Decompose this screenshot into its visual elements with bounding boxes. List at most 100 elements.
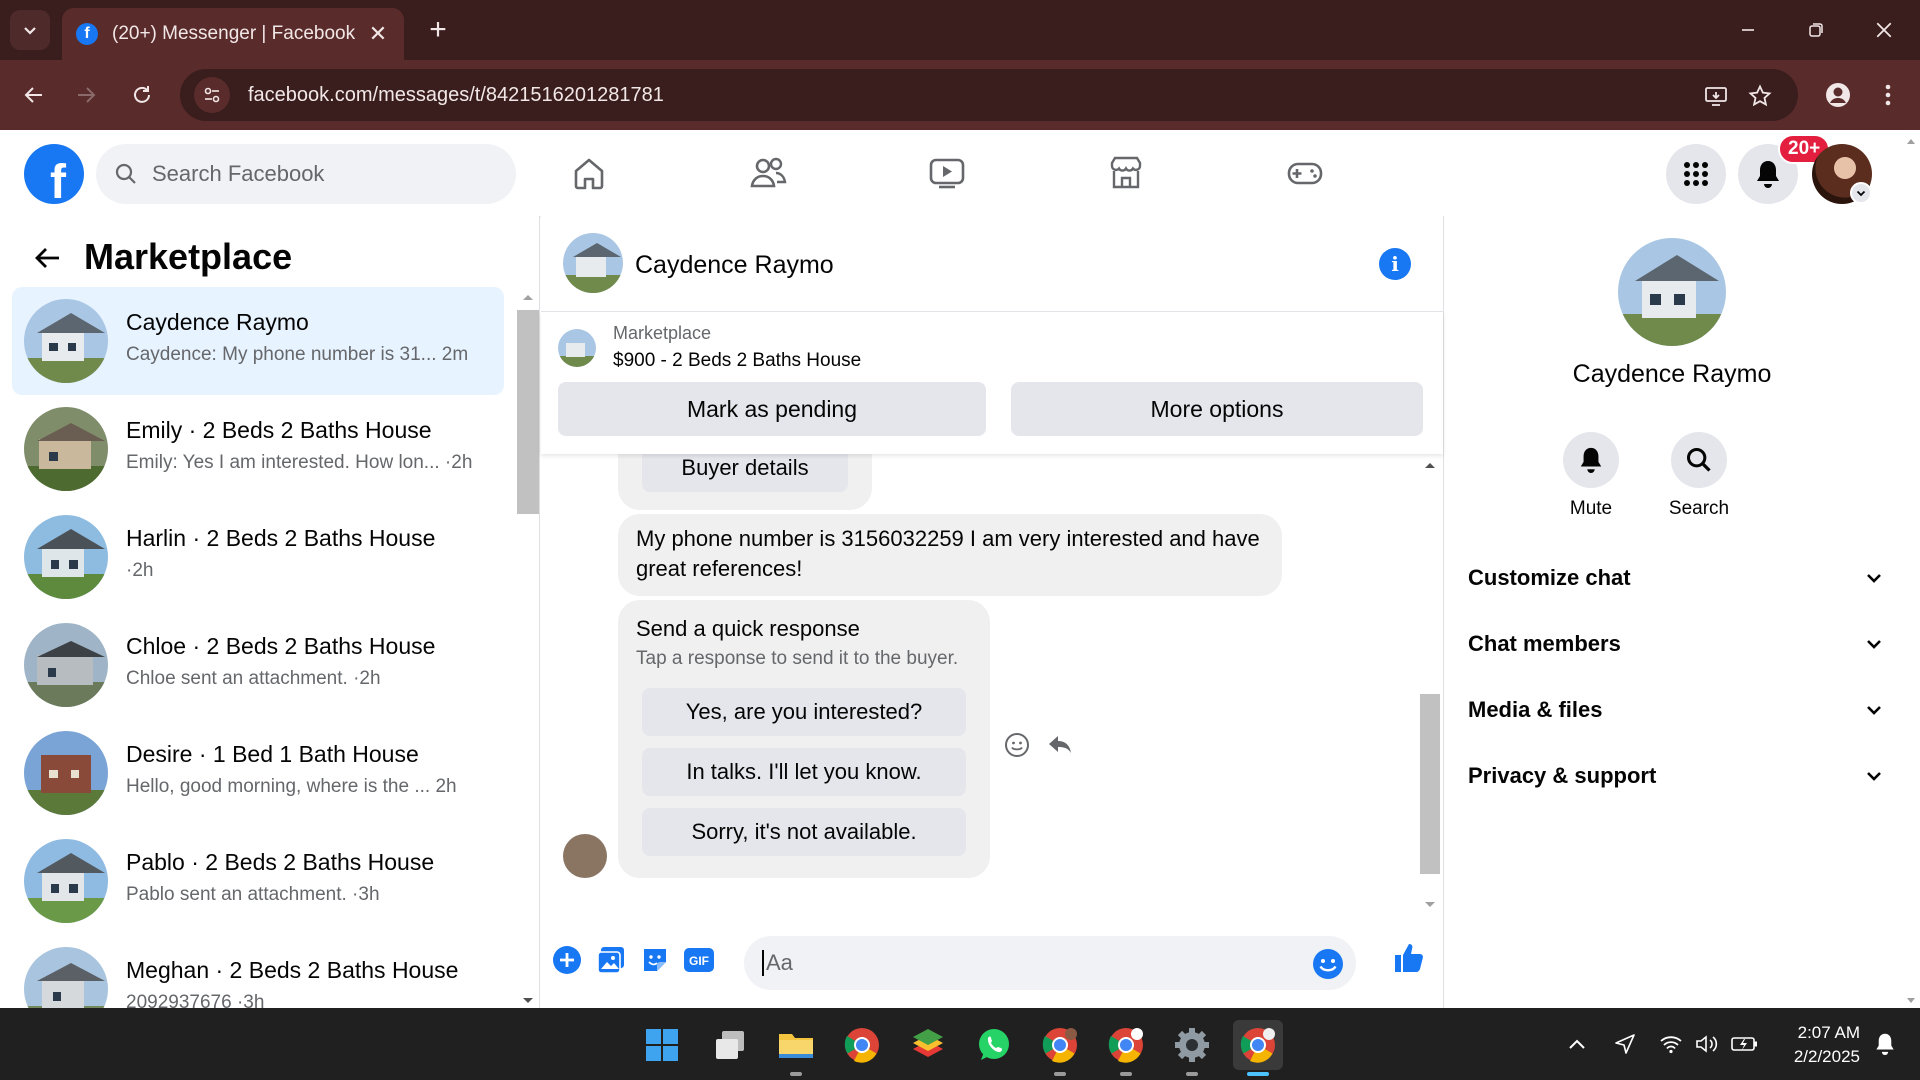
friends-icon[interactable] xyxy=(743,148,793,198)
scrollbar-thumb[interactable] xyxy=(517,310,539,514)
add-more-icon[interactable] xyxy=(549,942,585,978)
page-title: Marketplace xyxy=(84,236,293,277)
close-tab-icon[interactable]: ✕ xyxy=(366,21,390,47)
chrome-icon[interactable] xyxy=(837,1020,887,1070)
bell-icon xyxy=(1563,432,1619,488)
back-arrow-icon[interactable] xyxy=(28,238,68,278)
windows-start-icon[interactable] xyxy=(637,1020,687,1070)
conversation-item[interactable]: Emily · 2 Beds 2 Baths House Emily: Yes … xyxy=(12,395,504,503)
settings-gear-icon[interactable] xyxy=(1167,1020,1217,1076)
chat-contact-name[interactable]: Caydence Raymo xyxy=(635,251,834,280)
gif-icon[interactable]: GIF xyxy=(681,942,717,978)
conversation-name: Harlin · 2 Beds 2 Baths House xyxy=(126,525,436,551)
restore-icon[interactable] xyxy=(1792,8,1840,52)
message-bubble: My phone number is 3156032259 I am very … xyxy=(618,514,1282,596)
buyer-details-button[interactable]: Buyer details xyxy=(642,454,848,492)
conversation-item[interactable]: Harlin · 2 Beds 2 Baths House ·2h xyxy=(12,503,504,611)
account-chevron-icon[interactable] xyxy=(1850,182,1872,204)
search-in-conversation-button[interactable]: Search xyxy=(1659,432,1739,520)
system-clock[interactable]: 2:07 AM 2/2/2025 xyxy=(1770,1021,1860,1069)
customize-chat-section[interactable]: Customize chat xyxy=(1468,553,1884,603)
quick-response-button[interactable]: Yes, are you interested? xyxy=(642,688,966,736)
react-emoji-icon[interactable] xyxy=(1000,728,1034,762)
reply-icon[interactable] xyxy=(1043,728,1077,762)
contact-avatar[interactable] xyxy=(563,233,623,293)
scroll-up-icon[interactable] xyxy=(516,290,540,304)
notification-center-bell-icon[interactable] xyxy=(1870,1026,1900,1062)
location-arrow-icon[interactable] xyxy=(1610,1026,1640,1062)
conversation-item[interactable]: Desire · 1 Bed 1 Bath House Hello, good … xyxy=(12,719,504,827)
chrome-active-window-icon[interactable] xyxy=(1233,1020,1283,1076)
reload-icon[interactable] xyxy=(122,75,162,115)
browser-menu-icon[interactable] xyxy=(1872,75,1904,115)
sticker-icon[interactable] xyxy=(637,942,673,978)
wifi-icon[interactable] xyxy=(1656,1026,1686,1062)
show-hidden-icons-chevron-icon[interactable] xyxy=(1562,1026,1592,1062)
scrollbar-thumb[interactable] xyxy=(1420,694,1440,874)
chat-members-section[interactable]: Chat members xyxy=(1468,619,1884,669)
battery-charging-icon[interactable] xyxy=(1730,1026,1760,1062)
conversation-item[interactable]: Chloe · 2 Beds 2 Baths House Chloe sent … xyxy=(12,611,504,719)
attach-photo-icon[interactable] xyxy=(593,942,629,978)
site-settings-icon[interactable] xyxy=(194,77,230,113)
back-icon[interactable] xyxy=(14,75,54,115)
mark-as-pending-button[interactable]: Mark as pending xyxy=(558,382,986,436)
bookmark-star-icon[interactable] xyxy=(1742,78,1778,114)
browser-tab-active[interactable]: f (20+) Messenger | Facebook ✕ xyxy=(62,8,404,60)
thumbs-up-icon[interactable] xyxy=(1391,940,1427,976)
conversation-item[interactable]: Caydence Raymo Caydence: My phone number… xyxy=(12,287,504,395)
conversation-list-scrollbar[interactable] xyxy=(516,290,540,1008)
marketplace-listing-banner: Marketplace $900 - 2 Beds 2 Baths House … xyxy=(541,312,1443,454)
tab-search-button[interactable] xyxy=(10,10,50,50)
bluestacks-icon[interactable] xyxy=(903,1020,953,1070)
mute-label: Mute xyxy=(1569,498,1613,519)
close-window-icon[interactable] xyxy=(1860,8,1908,52)
home-icon[interactable] xyxy=(564,148,614,198)
facebook-logo-icon[interactable]: f xyxy=(24,144,84,204)
file-explorer-icon[interactable] xyxy=(771,1020,821,1076)
volume-icon[interactable] xyxy=(1692,1026,1722,1062)
quick-response-button[interactable]: Sorry, it's not available. xyxy=(642,808,966,856)
chrome-profile-icon[interactable] xyxy=(1035,1020,1085,1076)
conversation-item[interactable]: Meghan · 2 Beds 2 Baths House 2092937676… xyxy=(12,935,504,1008)
scroll-down-icon[interactable] xyxy=(516,994,540,1008)
sender-avatar[interactable] xyxy=(563,834,607,878)
emoji-icon[interactable] xyxy=(1312,948,1344,980)
gaming-icon[interactable] xyxy=(1280,148,1330,198)
install-app-icon[interactable] xyxy=(1698,78,1734,114)
message-input[interactable]: Aa xyxy=(744,936,1356,990)
chat-scrollbar[interactable] xyxy=(1417,454,1443,912)
chat-header: Caydence Raymo i xyxy=(541,216,1443,312)
privacy-support-section[interactable]: Privacy & support xyxy=(1468,751,1884,801)
section-label: Privacy & support xyxy=(1468,763,1657,788)
info-icon[interactable]: i xyxy=(1379,248,1411,280)
house-thumbnail xyxy=(24,515,108,599)
scroll-down-icon[interactable] xyxy=(1902,994,1920,1008)
minimize-icon[interactable] xyxy=(1724,8,1772,52)
forward-icon[interactable] xyxy=(66,75,106,115)
quick-response-button[interactable]: In talks. I'll let you know. xyxy=(642,748,966,796)
whatsapp-icon[interactable] xyxy=(969,1020,1019,1070)
media-files-section[interactable]: Media & files xyxy=(1468,685,1884,735)
marketplace-icon[interactable] xyxy=(1101,148,1151,198)
video-icon[interactable] xyxy=(922,148,972,198)
scroll-up-icon[interactable] xyxy=(1902,134,1920,148)
address-bar[interactable]: facebook.com/messages/t/8421516201281781 xyxy=(180,69,1798,121)
scroll-down-icon[interactable] xyxy=(1417,898,1443,912)
new-tab-button[interactable]: + xyxy=(420,12,456,48)
message-composer: GIF Aa xyxy=(541,914,1443,1008)
house-thumbnail xyxy=(24,731,108,815)
listing-title[interactable]: $900 - 2 Beds 2 Baths House xyxy=(613,350,861,372)
menu-grid-icon[interactable] xyxy=(1666,144,1726,204)
scroll-up-icon[interactable] xyxy=(1417,458,1443,472)
page-scrollbar[interactable] xyxy=(1902,130,1920,1008)
chrome-profile-icon[interactable] xyxy=(1101,1020,1151,1076)
facebook-search-input[interactable]: Search Facebook xyxy=(96,144,516,204)
browser-profile-icon[interactable] xyxy=(1818,75,1858,115)
message-thread: Buyer details My phone number is 3156032… xyxy=(541,454,1443,914)
mute-button[interactable]: Mute xyxy=(1551,432,1631,520)
contact-profile-avatar[interactable] xyxy=(1618,238,1726,346)
conversation-item[interactable]: Pablo · 2 Beds 2 Baths House Pablo sent … xyxy=(12,827,504,935)
more-options-button[interactable]: More options xyxy=(1011,382,1423,436)
task-view-icon[interactable] xyxy=(705,1020,755,1070)
